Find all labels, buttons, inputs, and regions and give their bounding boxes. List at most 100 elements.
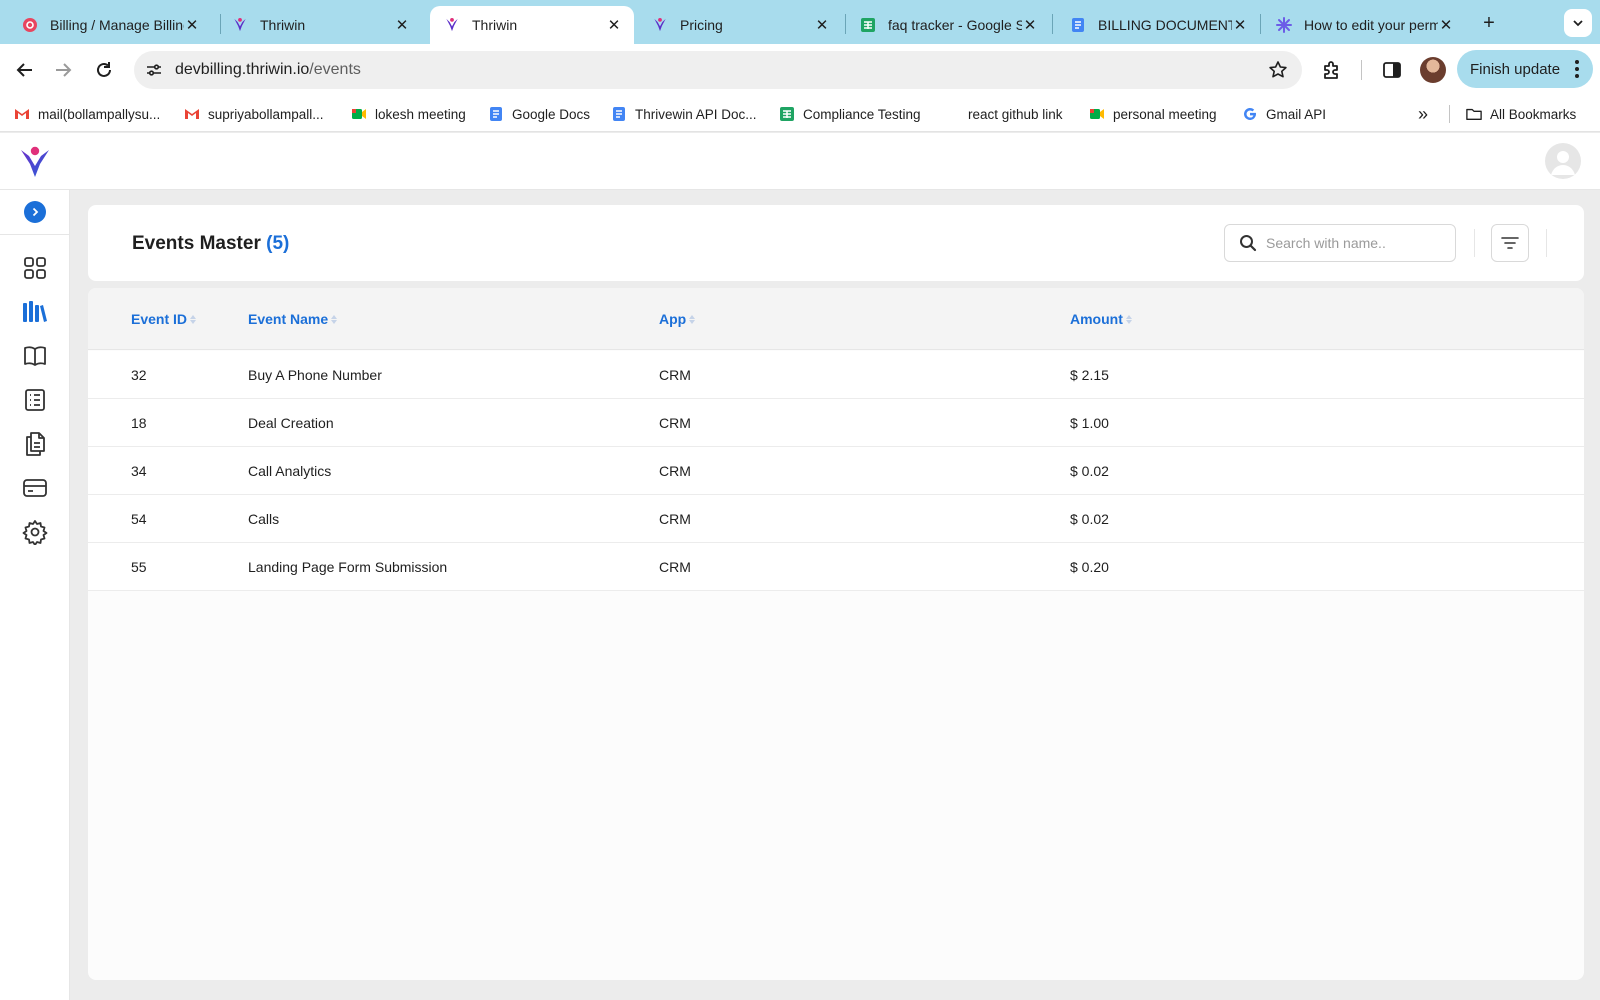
url-host: devbilling.thriwin.io [175,61,310,78]
google-docs-icon [611,106,627,122]
cell-amount: $ 0.20 [1070,559,1109,575]
bookmark-label: personal meeting [1113,106,1217,122]
bookmark-item[interactable]: Google Docs [488,104,590,124]
close-tab-icon[interactable]: ✕ [814,17,830,34]
bookmark-item[interactable]: Thrivewin API Doc... [611,104,757,124]
search-input[interactable] [1266,235,1446,251]
more-bookmarks-button[interactable]: » [1412,104,1434,124]
filter-icon [1501,237,1519,249]
browser-tab[interactable]: How to edit your permissions ✕ [1262,6,1466,44]
cell-event-id: 32 [131,367,147,383]
bookmark-item[interactable]: Gmail API [1242,104,1326,124]
column-header-event-id[interactable]: Event ID [131,311,197,327]
bookmark-item[interactable]: mail(bollampallysu... [14,104,160,124]
table-row[interactable]: 18 Deal Creation CRM $ 1.00 [88,399,1584,447]
toolbar-divider [1361,60,1362,80]
browser-tab[interactable]: Billing / Manage Billing ✕ [8,6,212,44]
gmail-icon [14,106,30,122]
sidebar-item-documents[interactable] [21,430,49,458]
new-tab-button[interactable]: + [1476,10,1502,36]
tab-title: faq tracker - Google Sheets [888,17,1022,33]
cell-event-name: Landing Page Form Submission [248,559,448,575]
close-tab-icon[interactable]: ✕ [184,17,200,34]
sort-icon[interactable] [190,314,197,324]
thriwin-logo[interactable] [18,145,52,179]
book-icon [24,346,46,366]
cell-app: CRM [659,367,691,383]
filter-button[interactable] [1491,224,1529,262]
site-info-icon[interactable] [139,55,169,85]
browser-tab[interactable]: Thriwin ✕ [218,6,422,44]
sidebar-item-settings[interactable] [21,518,49,546]
url-path: /events [309,61,361,78]
cell-amount: $ 0.02 [1070,463,1109,479]
bookmark-item[interactable]: react github link [968,104,1063,124]
browser-tab[interactable]: BILLING DOCUMENT ✕ [1056,6,1260,44]
table-row[interactable]: 32 Buy A Phone Number CRM $ 2.15 [88,351,1584,399]
thriwin-favicon-icon [444,17,460,33]
sort-icon[interactable] [331,314,338,324]
bookmark-label: Thrivewin API Doc... [635,106,757,122]
search-field[interactable] [1224,224,1456,262]
close-tab-icon[interactable]: ✕ [1438,17,1454,34]
cell-app: CRM [659,415,691,431]
browser-tab-strip: Billing / Manage Billing ✕ Thriwin ✕ Thr… [0,0,1600,44]
table-row[interactable]: 34 Call Analytics CRM $ 0.02 [88,447,1584,495]
reload-button[interactable] [88,54,120,86]
card-icon [23,479,47,497]
table-row[interactable]: 55 Landing Page Form Submission CRM $ 0.… [88,543,1584,591]
table-row[interactable]: 54 Calls CRM $ 0.02 [88,495,1584,543]
expand-sidebar-button[interactable] [24,201,46,223]
sidebar-item-list[interactable] [21,386,49,414]
forward-button[interactable] [47,54,79,86]
finish-update-button[interactable]: Finish update [1457,50,1593,88]
close-tab-icon[interactable]: ✕ [606,17,622,34]
browser-tab[interactable]: faq tracker - Google Sheets ✕ [846,6,1050,44]
url-text: devbilling.thriwin.io/events [175,61,361,79]
close-tab-icon[interactable]: ✕ [1232,17,1248,34]
user-icon [1551,151,1575,175]
bookmark-item[interactable]: supriyabollampall... [184,104,324,124]
cell-amount: $ 2.15 [1070,367,1109,383]
close-tab-icon[interactable]: ✕ [394,17,410,34]
profile-avatar[interactable] [1420,57,1446,83]
browser-tab[interactable]: Pricing ✕ [638,6,842,44]
documents-icon [26,432,45,456]
extensions-icon[interactable] [1320,58,1344,82]
google-docs-icon [1070,17,1086,33]
bookmark-item[interactable]: Compliance Testing [779,104,921,124]
column-label: Event Name [248,311,329,327]
browser-tab-active[interactable]: Thriwin ✕ [430,6,634,44]
side-panel-icon[interactable] [1380,58,1404,82]
sidebar-item-guide[interactable] [21,342,49,370]
sidebar-item-billing[interactable] [21,474,49,502]
events-table: Event ID Event Name App Amount 32 Buy A … [88,288,1584,980]
close-tab-icon[interactable]: ✕ [1022,17,1038,34]
cell-app: CRM [659,463,691,479]
star-icon[interactable] [1268,60,1288,80]
bookmark-item[interactable]: personal meeting [1089,104,1217,124]
bookmark-item[interactable]: lokesh meeting [351,104,466,124]
table-header: Event ID Event Name App Amount [88,288,1584,350]
column-header-event-name[interactable]: Event Name [248,311,338,327]
all-bookmarks-button[interactable]: All Bookmarks [1466,104,1576,124]
column-label: Amount [1070,311,1123,327]
more-vert-icon [1575,60,1579,78]
column-header-amount[interactable]: Amount [1070,311,1132,327]
sidebar-item-dashboard[interactable] [21,254,49,282]
sort-icon[interactable] [689,314,696,324]
google-icon [1242,106,1258,122]
google-sheets-icon [860,17,876,33]
user-avatar[interactable] [1545,143,1581,179]
settings-icon [22,520,48,545]
back-button[interactable] [9,54,41,86]
google-docs-icon [488,106,504,122]
sidebar-item-events[interactable] [21,298,49,326]
tab-search-button[interactable] [1564,9,1592,37]
column-label: App [659,311,687,327]
sort-icon[interactable] [1125,314,1132,324]
bookmark-label: Google Docs [512,106,591,122]
google-sheets-icon [779,106,795,122]
address-bar[interactable]: devbilling.thriwin.io/events [134,51,1302,89]
column-header-app[interactable]: App [659,311,696,327]
